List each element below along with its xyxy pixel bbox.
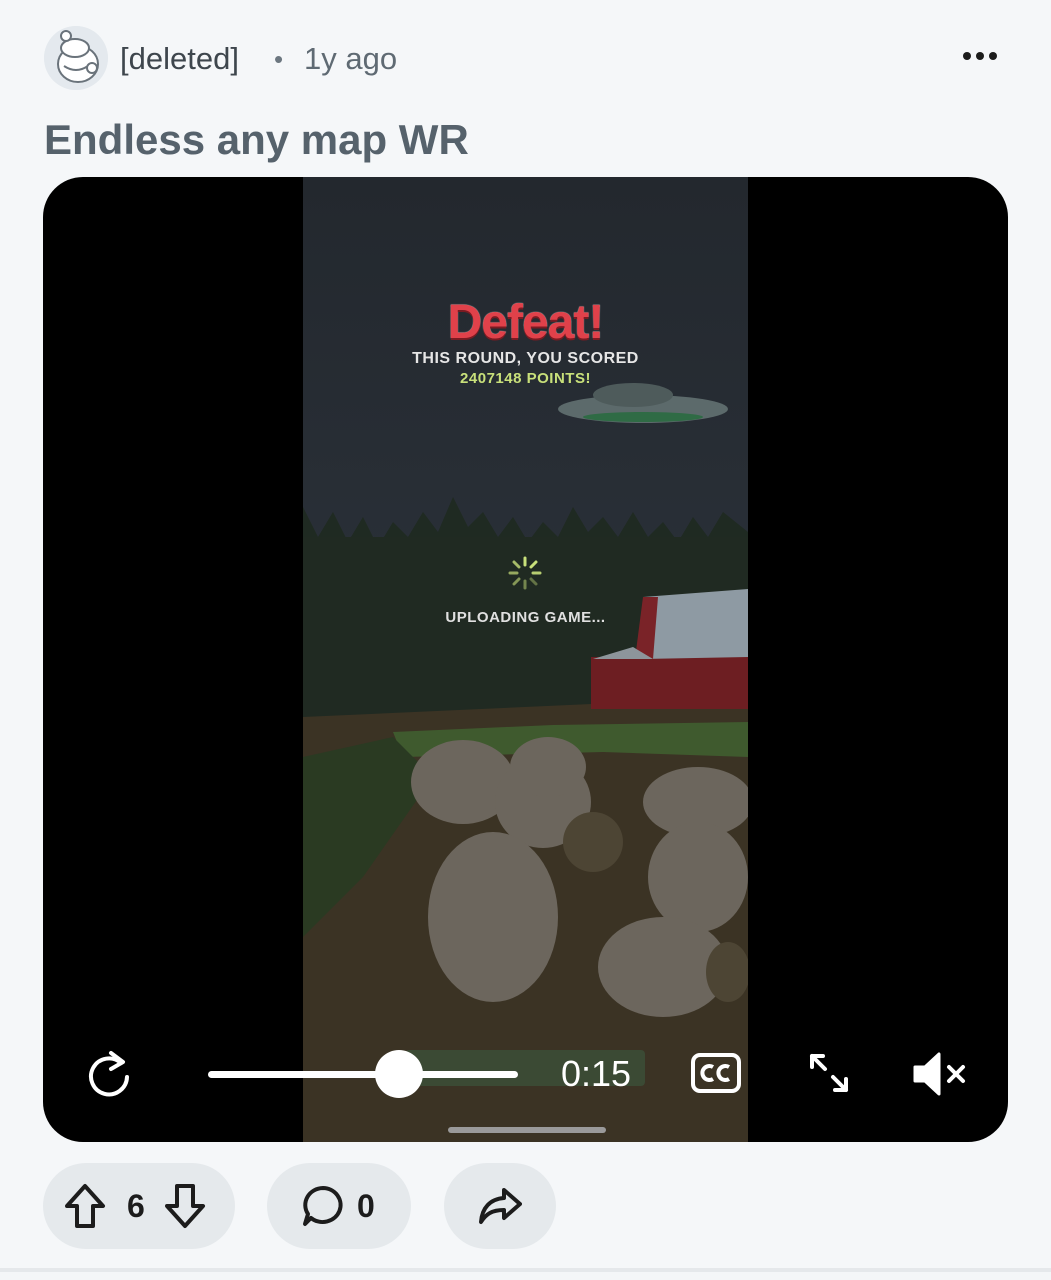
captions-button[interactable]	[691, 1053, 741, 1093]
vote-count: 6	[127, 1187, 145, 1224]
timecode: 0:15	[561, 1053, 632, 1094]
replay-button[interactable]	[87, 1047, 131, 1099]
avatar[interactable]	[44, 26, 108, 90]
video-frame: Defeat! THIS ROUND, YOU SCORED 2407148 P…	[303, 177, 748, 1142]
vote-bar: 6	[43, 1163, 235, 1249]
round-score-label: THIS ROUND, YOU SCORED	[412, 350, 639, 367]
video-player[interactable]: Defeat! THIS ROUND, YOU SCORED 2407148 P…	[43, 177, 1008, 1142]
home-indicator	[448, 1127, 606, 1133]
post-actions: 6 0	[43, 1163, 1003, 1249]
mute-icon	[913, 1052, 965, 1096]
points-score: 2407148 POINTS!	[460, 370, 591, 387]
loading-spinner-icon	[508, 556, 542, 590]
fullscreen-button[interactable]	[807, 1051, 851, 1095]
seek-bar[interactable]	[208, 1071, 518, 1078]
post-header: [deleted] • 1y ago	[44, 26, 1014, 90]
separator-dot: •	[274, 44, 284, 74]
share-icon	[479, 1188, 522, 1224]
replay-icon	[89, 1051, 129, 1097]
more-options-button[interactable]	[962, 36, 1002, 76]
post-title[interactable]: Endless any map WR	[44, 116, 469, 164]
expand-icon	[810, 1054, 848, 1092]
post-card: [deleted] • 1y ago Endless any map WR De…	[0, 0, 1051, 1272]
closed-captions-icon	[691, 1053, 741, 1093]
seek-handle[interactable]	[375, 1050, 424, 1098]
comment-icon	[303, 1186, 343, 1226]
mute-button[interactable]	[911, 1051, 969, 1097]
more-icon	[963, 52, 997, 60]
downvote-icon[interactable]	[163, 1182, 207, 1230]
defeat-heading: Defeat!	[447, 296, 605, 349]
share-button[interactable]	[444, 1163, 556, 1249]
upvote-icon[interactable]	[63, 1182, 107, 1230]
post-time: 1y ago	[304, 41, 398, 76]
username[interactable]: [deleted]	[120, 41, 239, 77]
uploading-status: UPLOADING GAME...	[445, 609, 606, 626]
comments-button[interactable]: 0	[267, 1163, 411, 1249]
comment-count: 0	[357, 1187, 375, 1224]
